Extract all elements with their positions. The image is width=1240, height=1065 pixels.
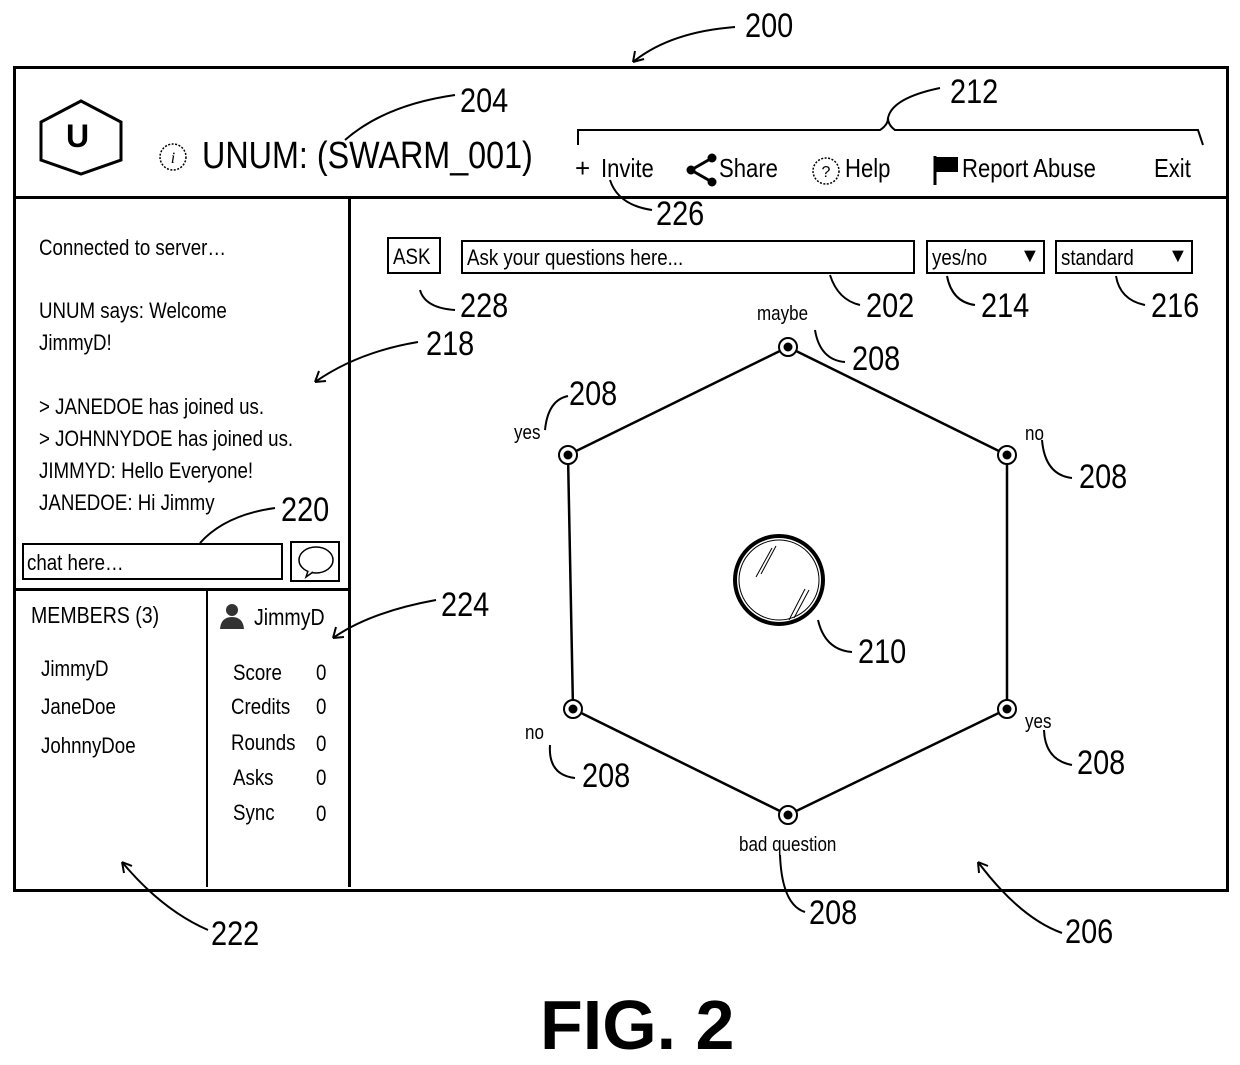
answer-label-no: no xyxy=(1025,423,1044,445)
ref-208: 208 xyxy=(852,340,901,378)
ref-208: 208 xyxy=(582,757,631,795)
answer-label-bad-question: bad question xyxy=(739,834,837,856)
answer-node-no-top[interactable] xyxy=(997,445,1017,465)
ref-212: 212 xyxy=(950,73,999,111)
ref-220: 220 xyxy=(281,491,330,529)
answer-node-no-bottom[interactable] xyxy=(563,699,583,719)
ref-218: 218 xyxy=(426,325,475,363)
ref-222: 222 xyxy=(211,915,260,953)
answer-node-maybe[interactable] xyxy=(778,337,798,357)
ref-204: 204 xyxy=(460,82,509,120)
ref-206: 206 xyxy=(1065,913,1114,951)
puck-icon[interactable] xyxy=(733,534,825,626)
ref-226: 226 xyxy=(656,195,705,233)
answer-label-yes: yes xyxy=(514,422,541,444)
ref-228: 228 xyxy=(460,287,509,325)
answer-node-bad-question[interactable] xyxy=(778,805,798,825)
ref-208: 208 xyxy=(569,375,618,413)
ref-216: 216 xyxy=(1151,287,1200,325)
ref-208: 208 xyxy=(809,894,858,932)
ref-208: 208 xyxy=(1079,458,1128,496)
ref-210: 210 xyxy=(858,633,907,671)
answer-node-yes-bottom[interactable] xyxy=(997,699,1017,719)
ref-224: 224 xyxy=(441,586,490,624)
answer-board xyxy=(121,26,1204,934)
callout-leaders xyxy=(121,26,1204,934)
answer-label-no: no xyxy=(525,722,544,744)
answer-label-maybe: maybe xyxy=(757,303,809,325)
ref-202: 202 xyxy=(866,287,915,325)
ref-200: 200 xyxy=(745,7,794,45)
figure-label: FIG. 2 xyxy=(540,986,735,1064)
ref-214: 214 xyxy=(981,287,1030,325)
ref-208: 208 xyxy=(1077,744,1126,782)
answer-label-yes: yes xyxy=(1025,711,1052,733)
answer-node-yes-top[interactable] xyxy=(558,445,578,465)
